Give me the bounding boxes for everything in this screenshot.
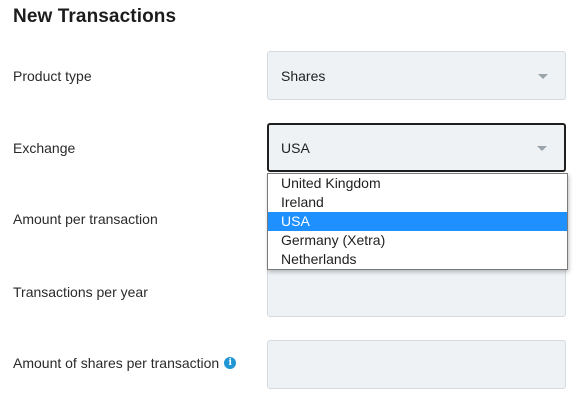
exchange-option-united-kingdom[interactable]: United Kingdom xyxy=(268,174,567,193)
transactions-per-year-input[interactable] xyxy=(267,268,566,317)
chevron-down-icon xyxy=(538,73,548,79)
exchange-option-netherlands[interactable]: Netherlands xyxy=(268,250,567,269)
exchange-option-usa[interactable]: USA xyxy=(268,212,567,231)
chevron-down-icon xyxy=(537,145,547,151)
product-type-select[interactable]: Shares xyxy=(267,51,566,100)
exchange-dropdown-list: United Kingdom Ireland USA Germany (Xetr… xyxy=(267,173,568,270)
exchange-option-ireland[interactable]: Ireland xyxy=(268,193,567,212)
exchange-option-germany-xetra[interactable]: Germany (Xetra) xyxy=(268,231,567,250)
transactions-per-year-label: Transactions per year xyxy=(13,284,148,300)
product-type-label: Product type xyxy=(13,68,92,84)
page-title: New Transactions xyxy=(13,6,177,27)
exchange-select[interactable]: USA xyxy=(267,123,566,172)
exchange-value: USA xyxy=(281,139,310,156)
amount-of-shares-per-transaction-input[interactable] xyxy=(267,340,566,389)
info-icon[interactable]: i xyxy=(224,357,237,369)
amount-per-transaction-label: Amount per transaction xyxy=(13,211,158,227)
amount-of-shares-per-transaction-row: Amount of shares per transaction i xyxy=(13,355,237,371)
exchange-label: Exchange xyxy=(13,140,76,156)
product-type-value: Shares xyxy=(281,67,326,84)
amount-of-shares-per-transaction-label: Amount of shares per transaction xyxy=(13,355,220,371)
